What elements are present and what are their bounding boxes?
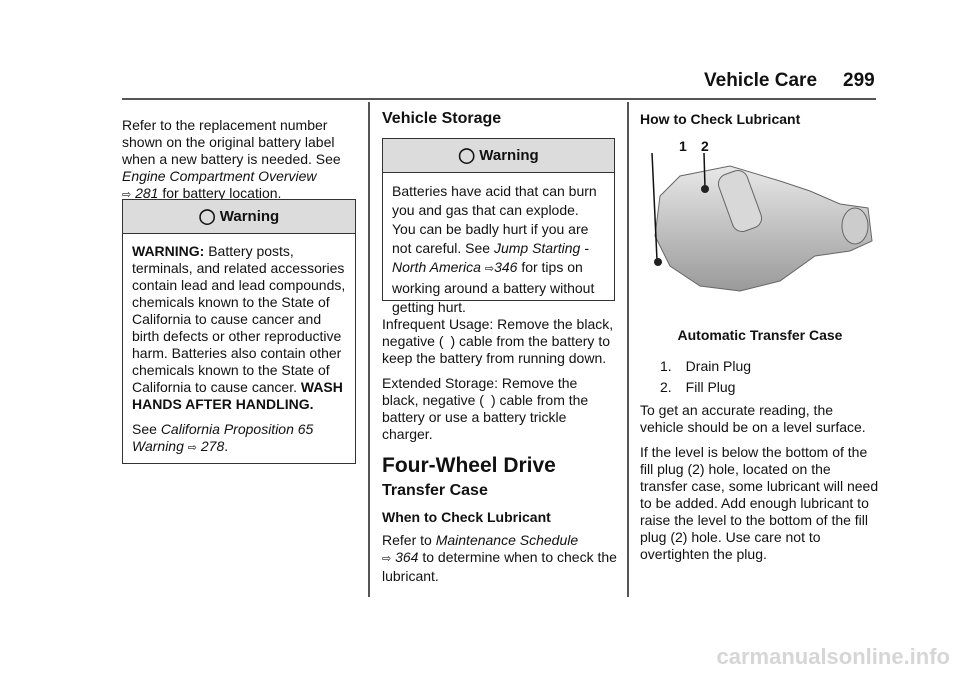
header-rule [122,98,876,100]
column-3-body: Automatic Transfer Case 1. Drain Plug 2.… [640,327,880,571]
figure-caption: Automatic Transfer Case [677,327,843,343]
warning-box: ◯ Warning WARNING: Battery posts, termin… [122,199,356,464]
column-divider [627,102,629,597]
page-number: 299 [843,70,875,91]
callout-1: 1 [679,138,687,154]
column-divider [368,102,370,597]
manual-page: Vehicle Care 299 Refer to the replacemen… [0,0,960,678]
warning-see: See California Proposition 65 Warning ⇨ … [132,421,314,454]
callout-2: 2 [701,138,709,154]
warning-text: WARNING: Battery posts, terminals, and r… [132,243,346,412]
page-ref-arrow-icon: ⇨ [187,442,197,454]
section-heading: Vehicle Storage [382,110,502,127]
column-2: Vehicle Storage [382,110,617,127]
callout-list: 1. Drain Plug 2. Fill Plug [640,358,880,396]
paragraph: To get an accurate reading, the vehicle … [640,402,866,435]
paragraph: Extended Storage: Remove the black, nega… [382,375,589,442]
transfer-case-drawing [651,152,873,292]
column-1: Refer to the replacement number shown on… [122,117,358,212]
watermark: carmanualsonline.info [716,644,951,669]
warning-box: ◯ Warning Batteries have acid that can b… [382,138,615,315]
paragraph: Refer to Maintenance Schedule ⇨ 364 to de… [382,532,617,584]
intro-paragraph: Refer to the replacement number shown on… [122,117,341,201]
warning-header: ◯ Warning [383,139,614,173]
page-ref[interactable]: 364 [395,549,418,565]
page-ref-arrow-icon: ⇨ [484,263,495,275]
page-ref[interactable]: 278 [201,438,224,454]
page-ref-arrow-icon: ⇨ [382,553,392,565]
transfer-case-illustration: 1 2 [640,136,880,316]
warning-text: Batteries have acid that can burn you an… [392,183,597,315]
warning-icon: ◯ [198,208,216,225]
list-item: 2. Fill Plug [660,379,736,395]
list-item: 1. Drain Plug [660,358,752,374]
warning-icon: ◯ [458,147,476,164]
link-engine-compartment[interactable]: Engine Compartment Overview [122,168,317,184]
link-maintenance-schedule[interactable]: Maintenance Schedule [436,532,578,548]
paragraph: If the level is below the bottom of the … [640,444,879,562]
sub-subheading: How to Check Lubricant [640,111,801,127]
warning-header: ◯ Warning [123,200,355,234]
paragraph: Infrequent Usage: Remove the black, nega… [382,316,614,366]
column-3: How to Check Lubricant [640,111,880,128]
section-title: Vehicle Care [704,70,818,91]
sub-subheading: When to Check Lubricant [382,509,551,525]
subsection-heading: Transfer Case [382,482,488,499]
page-ref[interactable]: 346 [494,259,517,275]
column-2-body: Infrequent Usage: Remove the black, nega… [382,316,617,593]
chapter-heading: Four-Wheel Drive [382,454,556,477]
